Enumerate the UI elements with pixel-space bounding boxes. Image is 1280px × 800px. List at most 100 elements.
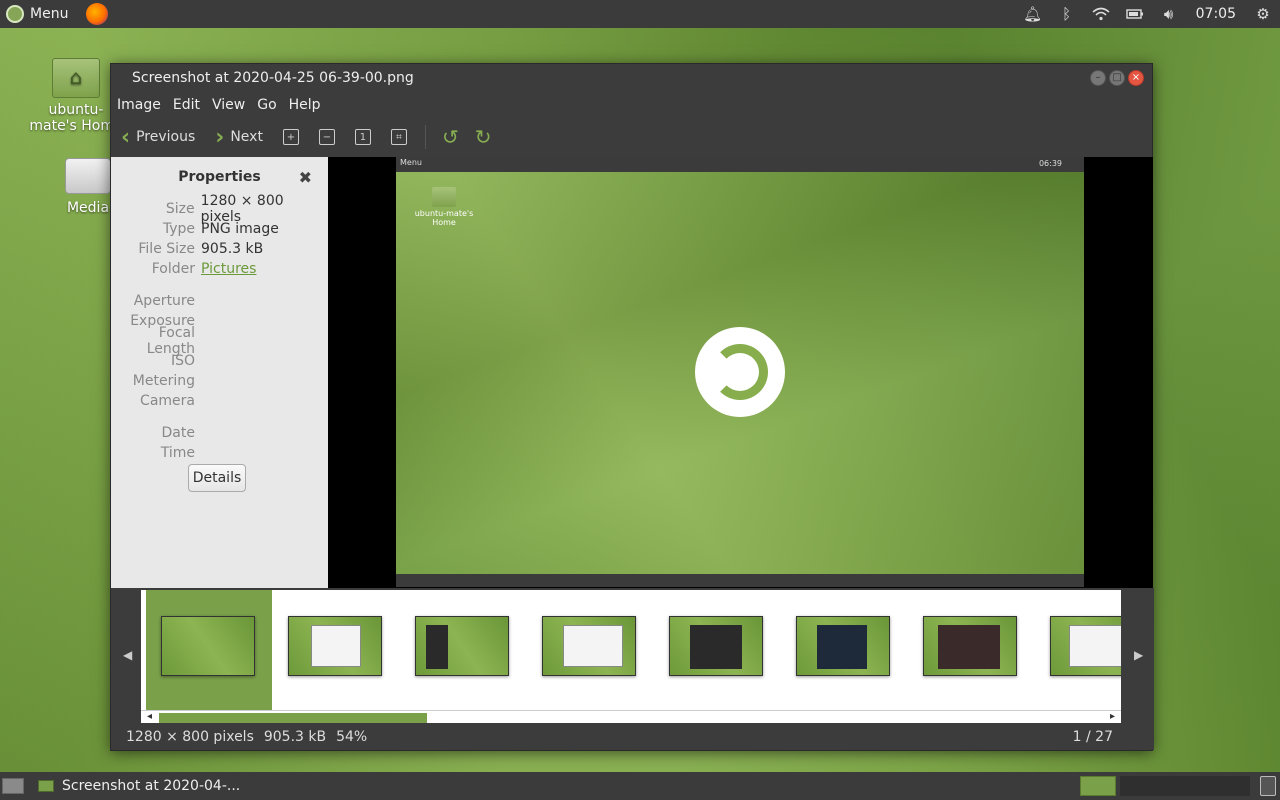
clock[interactable]: 07:05 (1186, 6, 1246, 22)
properties-list: Size 1280 × 800 pixels Type PNG image Fi… (111, 193, 328, 463)
thumbnail[interactable] (542, 616, 636, 676)
workspace-switcher[interactable] (1120, 776, 1250, 796)
minimize-button[interactable]: – (1090, 70, 1106, 86)
zoom-normal-icon[interactable]: 1 (354, 129, 371, 145)
statusbar: 1280 × 800 pixels 905.3 kB 54% 1 / 27 (111, 723, 1154, 750)
close-button[interactable]: × (1128, 70, 1144, 86)
status-file-size: 905.3 kB (263, 728, 327, 745)
menu-help[interactable]: Help (283, 97, 327, 113)
menubar: Image Edit View Go Help (111, 92, 1152, 118)
trash-icon[interactable] (1260, 776, 1276, 796)
property-key: Size (165, 201, 195, 217)
thumbnail[interactable] (1050, 616, 1121, 676)
thumbnail[interactable] (288, 616, 382, 676)
rotate-right-icon[interactable]: ↻ (475, 125, 492, 149)
firefox-icon[interactable] (86, 3, 109, 25)
show-desktop-icon[interactable] (2, 778, 24, 794)
main-menu-label: Menu (30, 6, 69, 22)
thumbnail[interactable] (796, 616, 890, 676)
taskbar-item-label: Screenshot at 2020-04-... (62, 778, 241, 794)
status-dimensions: 1280 × 800 pixels (126, 728, 254, 745)
property-key: Type (162, 221, 195, 237)
exif-row: Focal Length (111, 325, 328, 357)
battery-icon[interactable] (1118, 0, 1152, 28)
thumbnail-strip: ◀ ▶ ◂ ▸ (111, 588, 1154, 725)
maximize-button[interactable]: □ (1109, 70, 1125, 86)
preview-bottom-panel (396, 574, 1084, 587)
thumbnail[interactable] (923, 616, 1017, 676)
chevron-left-icon: ‹ (121, 124, 131, 150)
date-key: Date (161, 425, 195, 441)
status-position: 1 / 27 (1072, 728, 1113, 745)
properties-sidebar: Properties ✖ Size 1280 × 800 pixels Type… (111, 157, 328, 588)
taskbar-item[interactable]: Screenshot at 2020-04-... (38, 778, 240, 794)
thumbnail[interactable] (161, 616, 255, 676)
menu-edit[interactable]: Edit (167, 97, 206, 113)
home-folder-icon (52, 58, 100, 98)
exif-key: Camera (140, 393, 195, 409)
zoom-out-icon[interactable]: − (318, 129, 335, 145)
toolbar: ‹ Previous › Next + − 1 ⌗ ↺ ↻ (111, 118, 1152, 156)
wifi-icon[interactable] (1084, 0, 1118, 28)
image-display[interactable]: Menu 06:39 ubuntu-mate's Home (328, 157, 1153, 588)
property-row: Size 1280 × 800 pixels (111, 193, 328, 225)
exif-row: Metering (111, 371, 328, 391)
exif-key: Aperture (133, 293, 195, 309)
window-titlebar[interactable]: Screenshot at 2020-04-25 06-39-00.png – … (111, 64, 1152, 92)
close-sidebar-icon[interactable]: ✖ (299, 168, 312, 187)
time-row: Time (111, 443, 328, 463)
property-value: 905.3 kB (201, 241, 264, 257)
property-row: File Size 905.3 kB (111, 239, 328, 259)
details-button[interactable]: Details (188, 464, 246, 492)
displayed-screenshot: Menu 06:39 ubuntu-mate's Home (396, 157, 1084, 587)
menu-view[interactable]: View (206, 97, 251, 113)
status-zoom: 54% (336, 728, 368, 745)
zoom-in-icon[interactable]: + (282, 129, 299, 145)
bottom-panel: Screenshot at 2020-04-... (0, 772, 1280, 800)
menu-go[interactable]: Go (251, 97, 282, 113)
system-tray: 🔔︎ ᛒ 🔊︎ 07:05 ⚙ (1016, 0, 1280, 28)
notification-bell-icon[interactable]: 🔔︎ (1016, 0, 1050, 28)
menu-image[interactable]: Image (111, 97, 167, 113)
drive-icon (65, 158, 111, 194)
preview-home-label: ubuntu-mate's Home (414, 209, 474, 227)
bluetooth-icon[interactable]: ᛒ (1050, 0, 1084, 28)
scroll-right-arrow-icon[interactable]: ▸ (1110, 711, 1115, 722)
zoom-fit-icon[interactable]: ⌗ (390, 129, 407, 145)
next-label: Next (230, 129, 263, 145)
window-title: Screenshot at 2020-04-25 06-39-00.png (132, 70, 414, 86)
preview-home-folder-icon (432, 187, 456, 207)
property-key: File Size (138, 241, 195, 257)
folder-link[interactable]: Pictures (201, 261, 256, 277)
exif-key: ISO (170, 353, 195, 369)
property-value: PNG image (201, 221, 279, 237)
thumb-scroll-left-icon[interactable]: ◀ (123, 648, 132, 662)
thumbnail-list[interactable] (141, 590, 1121, 710)
workspace-1[interactable] (1080, 776, 1116, 796)
thumbnail[interactable] (415, 616, 509, 676)
main-menu-button[interactable]: Menu (0, 0, 74, 28)
thumb-scroll-right-icon[interactable]: ▶ (1134, 648, 1143, 662)
preview-top-panel: Menu 06:39 (396, 157, 1084, 172)
power-gear-icon[interactable]: ⚙ (1246, 0, 1280, 28)
toolbar-separator (424, 125, 426, 149)
previous-button[interactable]: ‹ Previous (111, 121, 205, 153)
time-key: Time (160, 445, 195, 461)
exif-key: Metering (132, 373, 195, 389)
date-row: Date (111, 423, 328, 443)
preview-menu-label: Menu (400, 158, 422, 167)
scroll-left-arrow-icon[interactable]: ◂ (147, 711, 152, 722)
property-row: Folder Pictures (111, 259, 328, 279)
image-viewer-window: Screenshot at 2020-04-25 06-39-00.png – … (110, 63, 1154, 751)
mate-logo-icon (6, 5, 24, 23)
rotate-left-icon[interactable]: ↺ (442, 125, 459, 149)
volume-icon[interactable]: 🔊︎ (1152, 0, 1186, 28)
preview-clock: 06:39 (1038, 159, 1062, 168)
exif-row: Camera (111, 391, 328, 411)
thumbnail[interactable] (669, 616, 763, 676)
image-viewer-app-icon (38, 780, 54, 792)
property-key: Folder (151, 261, 195, 277)
exif-row: ISO (111, 351, 328, 371)
ubuntu-mate-logo-icon (695, 327, 785, 417)
next-button[interactable]: › Next (205, 121, 273, 153)
